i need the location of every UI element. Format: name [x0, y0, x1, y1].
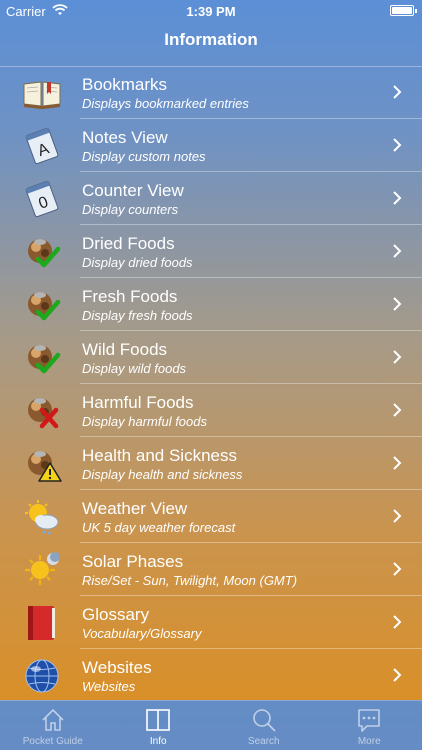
list-item-dried-foods[interactable]: Dried Foods Display dried foods [0, 225, 422, 278]
food-warning-icon [28, 451, 62, 482]
tab-pocket-guide[interactable]: Pocket Guide [0, 701, 106, 750]
globe-icon [25, 659, 59, 693]
item-subtitle: Display health and sickness [82, 467, 243, 482]
open-book-icon [146, 709, 171, 731]
list-item-harmful-foods[interactable]: Harmful Foods Display harmful foods [0, 384, 422, 437]
chevron-right-icon [393, 297, 402, 311]
item-title: Notes View [82, 128, 168, 147]
tab-label: More [357, 736, 381, 747]
item-title: Health and Sickness [82, 446, 237, 465]
list-item-glossary[interactable]: Glossary Vocabulary/Glossary [0, 596, 422, 649]
list-item-bookmarks[interactable]: Bookmarks Displays bookmarked entries [0, 66, 422, 119]
status-time: 1:39 PM [186, 4, 236, 19]
magnifier-icon [252, 709, 276, 732]
list-item-health-and-sickness[interactable]: Health and Sickness Display health and s… [0, 437, 422, 490]
information-list: Bookmarks Displays bookmarked entries A … [0, 66, 422, 702]
tab-label: Pocket Guide [22, 736, 83, 747]
chevron-right-icon [393, 85, 402, 99]
item-title: Bookmarks [82, 75, 168, 94]
list-item-fresh-foods[interactable]: Fresh Foods Display fresh foods [0, 278, 422, 331]
item-subtitle: Websites [82, 679, 136, 694]
weather-icon [25, 500, 59, 535]
battery-icon [390, 5, 417, 16]
item-subtitle: Display dried foods [82, 255, 193, 270]
list-item-wild-foods[interactable]: Wild Foods Display wild foods [0, 331, 422, 384]
house-icon [42, 708, 64, 731]
chevron-right-icon [393, 191, 402, 205]
chevron-right-icon [393, 350, 402, 364]
item-subtitle: Vocabulary/Glossary [82, 626, 202, 641]
item-subtitle: Rise/Set - Sun, Twilight, Moon (GMT) [82, 573, 298, 588]
tab-more[interactable]: More [317, 701, 422, 750]
item-title: Wild Foods [82, 340, 168, 359]
chevron-right-icon [393, 403, 402, 417]
item-title: Weather View [82, 499, 188, 518]
chevron-right-icon [393, 244, 402, 258]
list-item-counter-view[interactable]: 0 Counter View Display counters [0, 172, 422, 225]
chevron-right-icon [393, 138, 402, 152]
notepad-zero-icon: 0 [25, 180, 59, 218]
item-subtitle: Displays bookmarked entries [82, 96, 249, 111]
chevron-right-icon [393, 668, 402, 682]
book-icon [23, 81, 61, 109]
food-cross-icon [28, 398, 59, 429]
tab-info[interactable]: Info [106, 701, 212, 750]
list-item-websites[interactable]: Websites Websites [0, 649, 422, 702]
item-subtitle: Display wild foods [82, 361, 187, 376]
item-title: Solar Phases [82, 552, 184, 571]
item-subtitle: UK 5 day weather forecast [82, 520, 236, 535]
page-title: Information [164, 30, 258, 49]
list-item-solar-phases[interactable]: Solar Phases Rise/Set - Sun, Twilight, M… [0, 543, 422, 596]
tab-label: Info [149, 736, 167, 747]
item-subtitle: Display counters [82, 202, 179, 217]
list-item-notes-view[interactable]: A Notes View Display custom notes [0, 119, 422, 172]
tab-bar: Pocket Guide Info Search More [0, 700, 422, 750]
item-title: Counter View [82, 181, 184, 200]
item-title: Dried Foods [82, 234, 175, 253]
item-subtitle: Display harmful foods [82, 414, 207, 429]
item-title: Harmful Foods [82, 393, 194, 412]
status-bar: Carrier 1:39 PM [0, 0, 422, 22]
chevron-right-icon [393, 456, 402, 470]
item-title: Websites [82, 658, 152, 677]
ellipsis-bubble-icon [358, 709, 381, 732]
item-title: Glossary [82, 605, 150, 624]
notepad-a-icon: A [25, 127, 59, 165]
chevron-right-icon [393, 509, 402, 523]
red-book-icon [28, 606, 55, 640]
food-check-icon [28, 345, 61, 374]
chevron-right-icon [393, 615, 402, 629]
food-check-icon [28, 292, 61, 321]
tab-search[interactable]: Search [211, 701, 317, 750]
list-item-weather-view[interactable]: Weather View UK 5 day weather forecast [0, 490, 422, 543]
item-subtitle: Display custom notes [82, 149, 206, 164]
tab-label: Search [247, 736, 280, 747]
item-title: Fresh Foods [82, 287, 178, 306]
item-subtitle: Display fresh foods [82, 308, 193, 323]
sun-moon-icon [25, 552, 60, 585]
food-check-icon [28, 239, 61, 268]
chevron-right-icon [393, 562, 402, 576]
